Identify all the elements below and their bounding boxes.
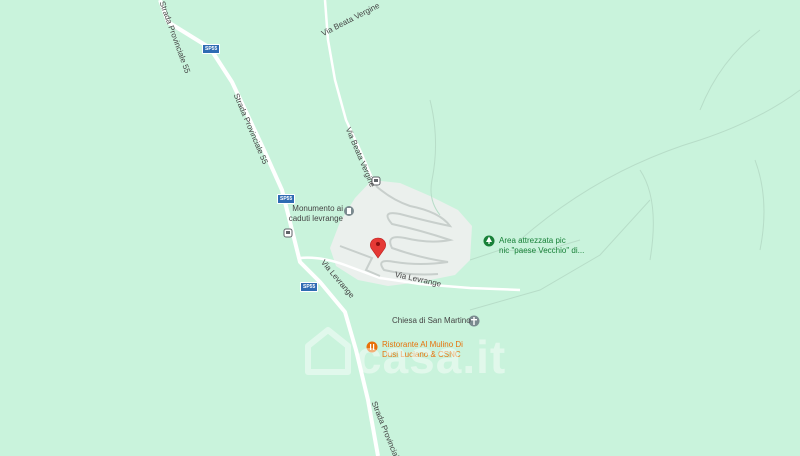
poi-chiesa[interactable]: Chiesa di San Martino [392,316,471,326]
road-shield-sp55: SP55 [277,194,296,204]
terrain-line [519,89,800,241]
poi-monumento-line2: caduti levrange [288,214,343,223]
map-base-layer [158,0,800,456]
terrain-line [429,99,441,216]
terrain-line [639,169,654,261]
monument-icon [344,206,354,216]
road-shield-sp55: SP55 [300,282,319,292]
terrain-line [699,29,761,111]
poi-monumento-line1: Monumento ai [292,204,343,213]
poi-picnic-area[interactable]: Area attrezzata pic nic "paese Vecchio" … [499,236,584,256]
watermark-house-icon [305,327,351,375]
watermark: casa.it [356,330,506,384]
watermark-text: casa.it [356,331,507,383]
terrain-line [754,159,765,251]
bus-stop-icon [283,228,293,238]
poi-picnic-line1: Area attrezzata pic [499,236,566,245]
picnic-icon [483,235,495,247]
road-shield-sp55: SP55 [202,44,221,54]
poi-monumento[interactable]: Monumento ai caduti levrange [281,204,343,224]
poi-picnic-line2: nic "paese Vecchio" di... [499,246,585,255]
map-canvas[interactable]: Strada Provinciale 55 Strada Provinciale… [0,0,800,456]
